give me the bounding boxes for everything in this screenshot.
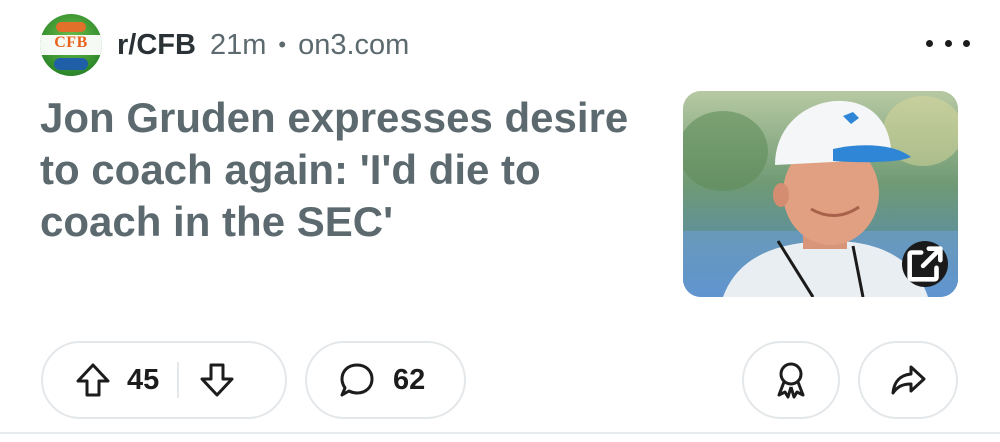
avatar-top-stripe bbox=[56, 22, 86, 32]
post-time: 21m bbox=[209, 28, 267, 61]
upvote-count: 45 bbox=[127, 363, 160, 396]
comment-bubble-icon bbox=[337, 360, 377, 400]
upvote-arrow-icon[interactable] bbox=[73, 360, 113, 400]
avatar-bottom-stripe bbox=[54, 58, 88, 70]
post-card[interactable]: CFB r/CFB 21m • on3.com Jon Gruden expre… bbox=[0, 0, 1000, 442]
share-arrow-icon bbox=[887, 359, 929, 401]
vote-divider bbox=[177, 362, 180, 398]
external-link-icon[interactable] bbox=[902, 241, 948, 287]
more-dot bbox=[963, 39, 970, 47]
more-options-icon[interactable] bbox=[926, 28, 970, 58]
downvote-arrow-icon[interactable] bbox=[197, 360, 237, 400]
subreddit-avatar[interactable]: CFB bbox=[40, 14, 102, 76]
post-thumbnail[interactable] bbox=[683, 91, 958, 297]
link-domain[interactable]: on3.com bbox=[298, 29, 409, 62]
vote-controls: 45 bbox=[41, 341, 287, 419]
subreddit-name[interactable]: r/CFB bbox=[117, 29, 196, 62]
post-title[interactable]: Jon Gruden expresses desire to coach aga… bbox=[40, 92, 660, 248]
award-button[interactable] bbox=[742, 341, 840, 419]
meta-separator: • bbox=[278, 32, 287, 57]
share-button[interactable] bbox=[858, 341, 958, 419]
more-dot bbox=[926, 39, 933, 47]
comment-count: 62 bbox=[393, 363, 426, 396]
card-divider bbox=[0, 432, 1000, 434]
post-header: CFB r/CFB 21m • on3.com bbox=[40, 14, 970, 76]
more-dot bbox=[944, 39, 952, 47]
comments-button[interactable]: 62 bbox=[305, 341, 466, 419]
award-icon bbox=[770, 359, 812, 401]
avatar-text: CFB bbox=[54, 34, 88, 51]
post-meta: 21m • on3.com bbox=[210, 29, 409, 62]
